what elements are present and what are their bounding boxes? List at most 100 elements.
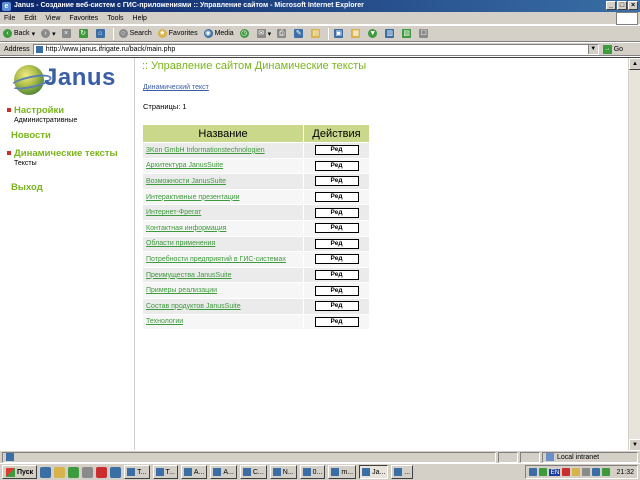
addon-button-2[interactable]: ▧	[402, 29, 413, 38]
print-button[interactable]: ⎙	[277, 29, 288, 38]
mail-button[interactable]: ✉ ▾	[256, 29, 271, 38]
edit-button[interactable]: Ред	[314, 176, 359, 187]
edit-button[interactable]: Ред	[314, 207, 359, 218]
media-button[interactable]: ◉ Media	[203, 29, 234, 38]
texts-table: Название Действия 3Kon GmbH Informations…	[142, 124, 370, 331]
task-icon	[272, 468, 281, 476]
edit-button[interactable]: Ред	[314, 192, 359, 203]
tray-icon[interactable]	[582, 468, 591, 476]
addon-button-3[interactable]: ☐	[419, 29, 430, 38]
research-button[interactable]: ▦	[351, 29, 362, 38]
breadcrumb-link[interactable]: Динамический текст	[143, 84, 209, 91]
scroll-down-arrow-icon[interactable]: ▼	[629, 439, 640, 450]
quick-launch-app-icon[interactable]	[110, 466, 122, 478]
history-button[interactable]: ◷	[239, 29, 251, 38]
tray-icon[interactable]	[592, 468, 601, 476]
taskbar: Пуск Т... Т... А... А... С... N... 0... …	[0, 463, 640, 480]
tray-icon[interactable]	[562, 468, 571, 476]
edit-button[interactable]: Ред	[314, 285, 359, 296]
start-button[interactable]: Пуск	[2, 465, 38, 479]
maximize-button[interactable]: □	[617, 1, 627, 10]
taskbar-task[interactable]: 0...	[299, 465, 326, 479]
quick-launch-app-icon[interactable]	[82, 466, 94, 478]
sidebar-item-label[interactable]: Настройки	[8, 105, 77, 116]
stop-button[interactable]: ×	[61, 29, 73, 38]
filter-button[interactable]: ▼	[368, 29, 379, 38]
taskbar-task[interactable]: N...	[269, 465, 297, 479]
quick-launch-explorer-icon[interactable]	[54, 466, 66, 478]
addon-button[interactable]: ▥	[385, 29, 396, 38]
minimize-button[interactable]: _	[606, 1, 616, 10]
quick-launch-app-icon[interactable]	[96, 466, 108, 478]
sidebar-item-settings[interactable]: Настройки Административные	[7, 105, 77, 124]
taskbar-task[interactable]: С...	[239, 465, 267, 479]
edit-button[interactable]: Ред	[314, 316, 359, 327]
back-button[interactable]: ‹ Back ▾	[3, 29, 35, 38]
row-title-link[interactable]: Интернет-Фрегат	[146, 209, 201, 216]
taskbar-task[interactable]: А...	[210, 465, 237, 479]
tray-icon[interactable]	[572, 468, 581, 476]
home-button[interactable]: ⌂	[95, 29, 107, 38]
menu-favorites[interactable]: Favorites	[69, 15, 98, 22]
row-title-link[interactable]: Примеры реализации	[146, 287, 217, 294]
edit-button[interactable]: Ред	[314, 254, 359, 265]
edit-page-button[interactable]: ✎	[294, 29, 305, 38]
edit-button[interactable]: Ред	[314, 270, 359, 281]
discuss-button[interactable]: ▤	[311, 29, 322, 38]
taskbar-task[interactable]: А...	[180, 465, 208, 479]
tray-icon[interactable]	[539, 468, 548, 476]
edit-button[interactable]: Ред	[314, 238, 359, 249]
tray-icon[interactable]	[602, 468, 611, 476]
sidebar-item-news[interactable]: Новости	[8, 130, 51, 141]
janus-logo[interactable]: Janus	[14, 63, 134, 95]
language-indicator[interactable]: EN	[549, 468, 561, 476]
close-button[interactable]: ×	[628, 1, 638, 10]
row-title-link[interactable]: Состав продуктов JanusSuite	[146, 303, 241, 310]
address-input[interactable]: http://www.janus.ifrigate.ru/back/main.p…	[32, 43, 599, 55]
menu-tools[interactable]: Tools	[107, 15, 123, 22]
messenger-button[interactable]: ▣	[334, 29, 345, 38]
menu-help[interactable]: Help	[133, 15, 147, 22]
menu-file[interactable]: File	[4, 15, 15, 22]
row-title-link[interactable]: Интерактивные презентации	[146, 194, 240, 201]
quick-launch-desktop-icon[interactable]	[40, 466, 52, 478]
sidebar-item-label[interactable]: Новости	[8, 130, 51, 141]
row-title-link[interactable]: Возможности JanusSuite	[146, 178, 226, 185]
menu-edit[interactable]: Edit	[24, 15, 36, 22]
edit-button[interactable]: Ред	[314, 145, 359, 156]
taskbar-task[interactable]: ...	[391, 465, 414, 479]
refresh-button[interactable]: ↻	[78, 29, 90, 38]
row-title-link[interactable]: Технологии	[146, 318, 183, 325]
sidebar-item-dynamic-texts[interactable]: Динамические тексты Тексты	[7, 148, 118, 167]
edit-button[interactable]: Ред	[314, 223, 359, 234]
row-title-link[interactable]: Контактная информация	[146, 225, 226, 232]
edit-button[interactable]: Ред	[314, 301, 359, 312]
go-button[interactable]: → Go	[602, 44, 623, 54]
scroll-up-arrow-icon[interactable]: ▲	[629, 58, 640, 70]
tray-icon[interactable]	[529, 468, 538, 476]
taskbar-task-active[interactable]: Ja...	[359, 465, 389, 479]
row-title-link[interactable]: Преимущества JanusSuite	[146, 272, 232, 279]
row-title-link[interactable]: Области применения	[146, 240, 215, 247]
vertical-scrollbar[interactable]: ▲ ▼	[628, 58, 640, 450]
menu-view[interactable]: View	[45, 15, 60, 22]
row-title-link[interactable]: Архитектура JanusSuite	[146, 162, 223, 169]
row-title-link[interactable]: 3Kon GmbH Informationstechnologien	[146, 147, 265, 154]
taskbar-task[interactable]: m...	[328, 465, 357, 479]
sidebar-item-label[interactable]: Выход	[8, 182, 43, 193]
clock[interactable]: 21:32	[616, 469, 634, 476]
row-title-link[interactable]: Потребности предприятий в ГИС-системах	[146, 256, 286, 263]
taskbar-task[interactable]: Т...	[124, 465, 150, 479]
address-dropdown-arrow-icon[interactable]: ▼	[587, 44, 598, 54]
sidebar-subitem-label[interactable]: Административные	[8, 117, 77, 124]
taskbar-task[interactable]: Т...	[152, 465, 178, 479]
edit-button[interactable]: Ред	[314, 160, 359, 171]
search-button[interactable]: ○ Search	[118, 29, 152, 38]
sidebar-item-logout[interactable]: Выход	[8, 182, 43, 193]
forward-button[interactable]: › ▾	[41, 29, 56, 38]
media-icon: ◉	[203, 29, 213, 38]
sidebar-subitem-label[interactable]: Тексты	[8, 160, 118, 167]
sidebar-item-label[interactable]: Динамические тексты	[8, 148, 118, 159]
favorites-button[interactable]: ★ Favorites	[157, 29, 198, 38]
quick-launch-app-icon[interactable]	[68, 466, 80, 478]
